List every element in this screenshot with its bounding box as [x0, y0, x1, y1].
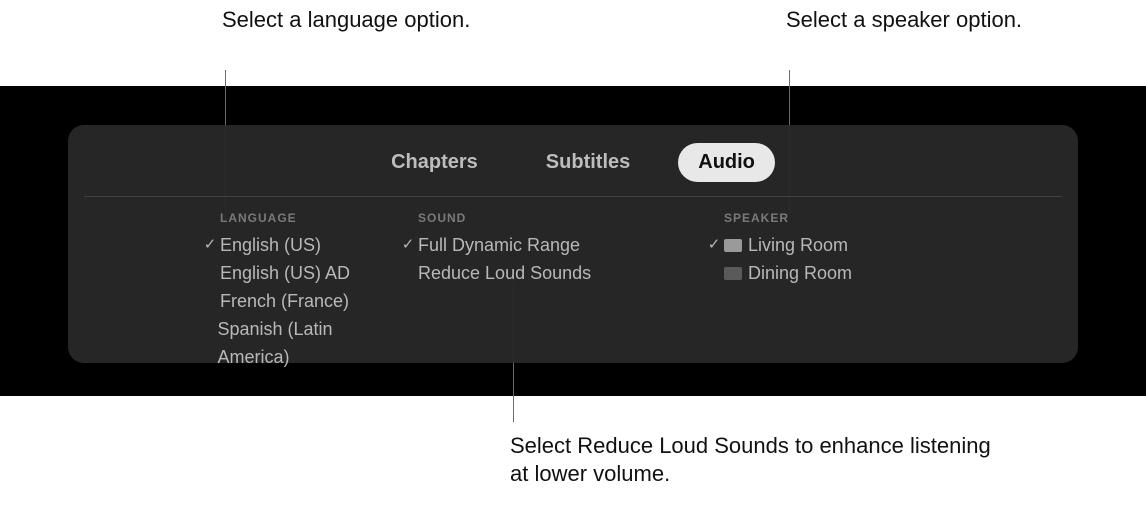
sound-option-reduce-loud[interactable]: Reduce Loud Sounds: [398, 259, 674, 287]
language-option-english-us-ad[interactable]: English (US) AD: [200, 259, 384, 287]
speaker-option-living-room[interactable]: ✓ Living Room: [704, 231, 974, 259]
speaker-option-label: Dining Room: [748, 259, 852, 287]
sound-header: SOUND: [398, 211, 674, 225]
sound-option-label: Reduce Loud Sounds: [418, 259, 591, 287]
language-option-label: English (US): [220, 231, 321, 259]
tab-audio[interactable]: Audio: [678, 143, 775, 182]
speaker-icon: [724, 239, 742, 252]
callout-speaker: Select a speaker option.: [786, 6, 1022, 34]
checkmark-icon: ✓: [704, 231, 724, 259]
checkmark-icon: ✓: [200, 231, 220, 259]
speaker-icon: [724, 267, 742, 280]
sound-option-label: Full Dynamic Range: [418, 231, 580, 259]
speaker-column: SPEAKER ✓ Living Room Dining Room: [674, 211, 974, 371]
audio-options-panel: Chapters Subtitles Audio LANGUAGE ✓ Engl…: [68, 125, 1078, 363]
callout-language: Select a language option.: [222, 6, 470, 34]
language-option-label: English (US) AD: [220, 259, 350, 287]
sound-column: SOUND ✓ Full Dynamic Range Reduce Loud S…: [384, 211, 674, 371]
language-option-french-france[interactable]: French (France): [200, 287, 384, 315]
tab-subtitles[interactable]: Subtitles: [526, 143, 650, 182]
language-header: LANGUAGE: [200, 211, 384, 225]
speaker-option-dining-room[interactable]: Dining Room: [704, 259, 974, 287]
language-option-label: French (France): [220, 287, 349, 315]
language-option-spanish-latam[interactable]: Spanish (Latin America): [200, 315, 384, 371]
tab-chapters[interactable]: Chapters: [371, 143, 498, 182]
options-columns: LANGUAGE ✓ English (US) English (US) AD …: [68, 197, 1078, 371]
speaker-option-label: Living Room: [748, 231, 848, 259]
sound-option-full-dynamic[interactable]: ✓ Full Dynamic Range: [398, 231, 674, 259]
language-column: LANGUAGE ✓ English (US) English (US) AD …: [84, 211, 384, 371]
tab-bar: Chapters Subtitles Audio: [68, 137, 1078, 196]
checkmark-icon: ✓: [398, 231, 418, 259]
callout-sound: Select Reduce Loud Sounds to enhance lis…: [510, 432, 1010, 488]
speaker-header: SPEAKER: [704, 211, 974, 225]
language-option-english-us[interactable]: ✓ English (US): [200, 231, 384, 259]
language-option-label: Spanish (Latin America): [217, 315, 384, 371]
